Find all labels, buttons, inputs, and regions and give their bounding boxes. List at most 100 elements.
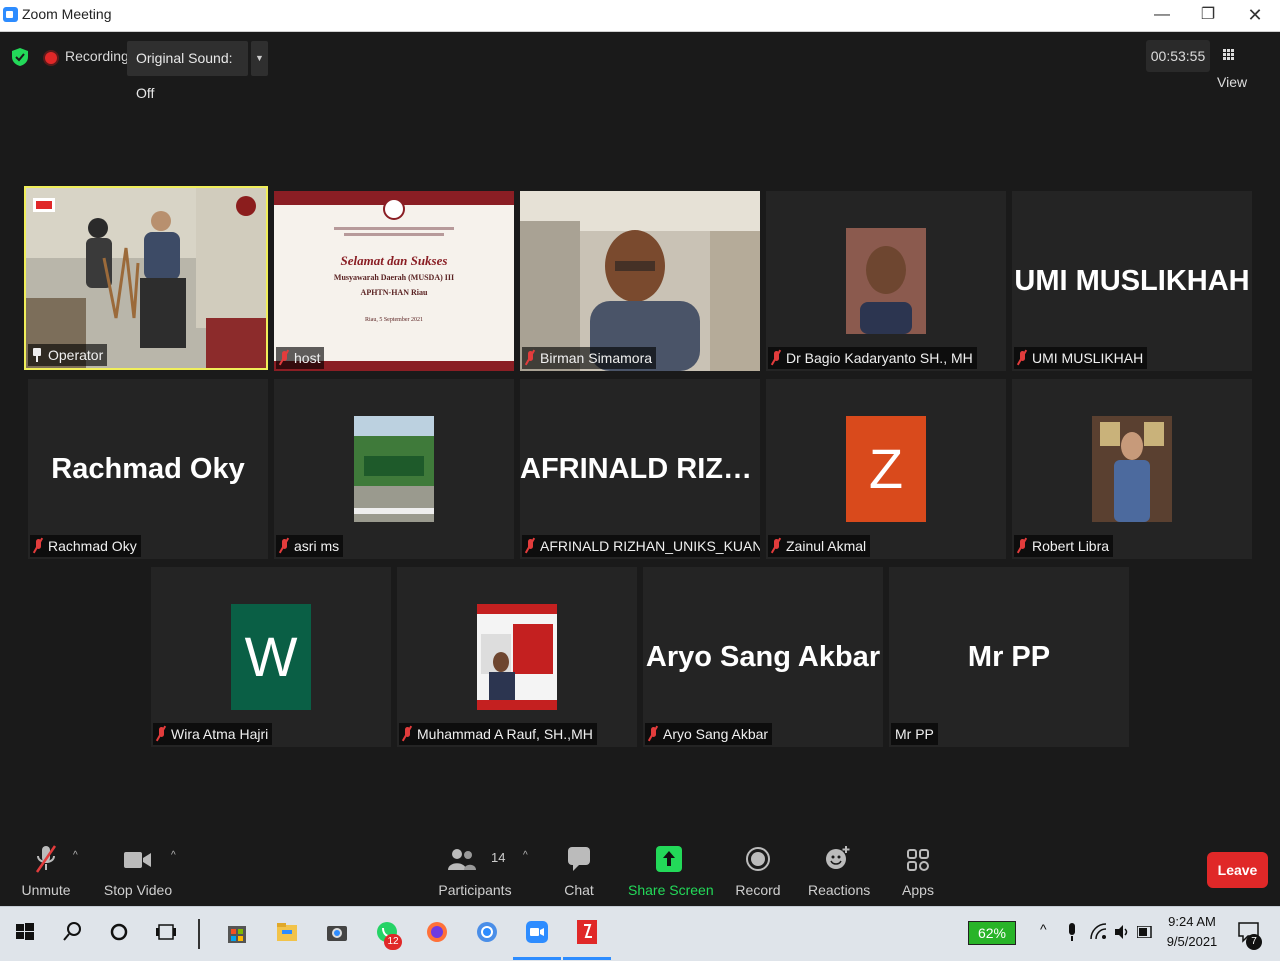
leave-button[interactable]: Leave (1207, 852, 1268, 888)
audio-options-caret[interactable]: ^ (73, 850, 78, 861)
participant-tile-birman-simamora[interactable]: Birman Simamora (520, 191, 760, 371)
muted-mic-icon (772, 539, 780, 553)
smiley-reaction-icon (826, 846, 850, 869)
participant-tile-umi-muslikhah[interactable]: UMI MUSLIKHAH UMI MUSLIKHAH (1012, 191, 1252, 371)
chat-bubble-icon (568, 847, 590, 871)
share-screen-button[interactable]: Share Screen (628, 836, 714, 906)
participants-count: 14 (491, 850, 506, 865)
participant-tile-robert-libra[interactable]: Robert Libra (1012, 379, 1252, 559)
video-options-caret[interactable]: ^ (171, 850, 176, 861)
close-button[interactable]: ✕ (1232, 2, 1278, 28)
participants-button[interactable]: 14 Participants (438, 836, 512, 906)
participant-tile-afrinald-rizhan[interactable]: AFRINALD RIZH... AFRINALD RIZHAN_UNIKS_K… (520, 379, 760, 559)
zoom-taskbar-icon[interactable] (522, 917, 552, 947)
participant-tile-rachmad-oky[interactable]: Rachmad Oky Rachmad Oky (28, 379, 268, 559)
muted-mic-icon (157, 727, 165, 741)
participant-display-name: Mr PP (967, 641, 1051, 673)
muted-mic-icon (1018, 539, 1026, 553)
participant-name-tag: Robert Libra (1014, 535, 1114, 557)
muted-mic-icon (526, 539, 534, 553)
participant-name-tag: asri ms (276, 535, 344, 557)
video-camera-icon (124, 852, 151, 868)
chat-button[interactable]: Chat (557, 836, 601, 906)
taskbar-clock[interactable]: 9:24 AM 9/5/2021 (1160, 912, 1224, 952)
zoom-app-icon (3, 7, 18, 22)
windows-start-icon[interactable] (10, 917, 40, 947)
participant-tile-aryo-sang-akbar[interactable]: Aryo Sang Akbar Aryo Sang Akbar (643, 567, 883, 747)
search-icon[interactable] (57, 917, 87, 947)
participant-tile-operator[interactable]: Operator (24, 186, 268, 370)
minimize-button[interactable]: — (1139, 2, 1185, 28)
muted-mic-icon (403, 727, 411, 741)
muted-mic-icon (280, 351, 288, 365)
participants-icon (448, 849, 476, 870)
original-sound-button[interactable]: Original Sound: Off (127, 41, 248, 101)
slide-line-2: APHTN-HAN Riau (360, 288, 428, 297)
participant-name-tag: Aryo Sang Akbar (645, 723, 773, 745)
participant-name-tag: Muhammad A Rauf, SH.,MH (399, 723, 597, 745)
view-button[interactable]: View (1217, 40, 1269, 90)
window-title-bar: Zoom Meeting — ❐ ✕ (0, 0, 1280, 32)
participant-display-name: UMI MUSLIKHAH (1014, 265, 1250, 297)
taskbar-divider (198, 919, 200, 949)
task-view-icon[interactable] (151, 917, 181, 947)
robert-libra-profile-photo (1092, 416, 1172, 522)
clock-date: 9/5/2021 (1166, 934, 1218, 949)
operator-video-feed (26, 188, 266, 368)
participant-name-tag: UMI MUSLIKHAH (1014, 347, 1148, 369)
clock-time: 9:24 AM (1168, 914, 1216, 929)
participant-name-tag: Rachmad Oky (30, 535, 141, 557)
stop-video-button[interactable]: Stop Video (103, 836, 173, 906)
participant-name-tag: Mr PP (891, 723, 938, 745)
file-explorer-icon[interactable] (272, 917, 302, 947)
meeting-toolbar: Unmute ^ Stop Video ^ 14 Participants ^ … (0, 836, 1280, 906)
battery-indicator[interactable]: 62% (968, 921, 1016, 945)
slide-title: Selamat dan Sukses (340, 253, 448, 268)
unmute-button[interactable]: Unmute (16, 836, 76, 906)
firefox-icon[interactable] (422, 917, 452, 947)
wifi-icon[interactable] (1090, 923, 1108, 941)
battery-tray-icon[interactable] (1137, 926, 1153, 938)
participant-tile-host[interactable]: Selamat dan Sukses Musyawarah Daerah (MU… (274, 191, 514, 371)
microphone-tray-icon[interactable] (1066, 923, 1078, 943)
chrome-icon[interactable] (472, 917, 502, 947)
participant-tile-muhammad-a-rauf[interactable]: Muhammad A Rauf, SH.,MH (397, 567, 637, 747)
cortana-icon[interactable] (104, 917, 134, 947)
muted-mic-icon (526, 351, 534, 365)
reactions-button[interactable]: Reactions (808, 836, 870, 906)
volume-icon[interactable] (1113, 923, 1131, 941)
maximize-button[interactable]: ❐ (1185, 2, 1231, 28)
camera-app-icon[interactable] (322, 917, 352, 947)
windows-taskbar: 12 62% ^ 9:24 AM 9/5/2021 7 (0, 906, 1280, 961)
participant-display-name: AFRINALD RIZH... (520, 453, 760, 485)
whatsapp-badge: 12 (384, 934, 402, 950)
muted-mic-icon (34, 539, 42, 553)
muted-mic-icon (280, 539, 288, 553)
dr-bagio-profile-photo (846, 228, 926, 334)
security-shield-icon[interactable] (12, 48, 28, 66)
participant-name-tag: AFRINALD RIZHAN_UNIKS_KUANSING (522, 535, 760, 557)
participants-options-caret[interactable]: ^ (523, 850, 528, 861)
participant-tile-zainul-akmal[interactable]: Z Zainul Akmal (766, 379, 1006, 559)
participant-name-tag: Birman Simamora (522, 347, 657, 369)
view-label: View (1217, 74, 1248, 90)
participant-tile-wira-atma-hajri[interactable]: W Wira Atma Hajri (151, 567, 391, 747)
apps-button[interactable]: Apps (897, 836, 939, 906)
muted-mic-icon (772, 351, 780, 365)
participant-tile-asri-ms[interactable]: asri ms (274, 379, 514, 559)
muted-microphone-icon (35, 845, 57, 873)
recording-indicator-icon (45, 52, 57, 64)
tray-overflow-chevron-icon[interactable]: ^ (1040, 921, 1047, 937)
muted-mic-icon (1018, 351, 1026, 365)
muhammad-rauf-profile-photo (477, 604, 557, 710)
participant-tile-mr-pp[interactable]: Mr PP Mr PP (889, 567, 1129, 747)
record-button[interactable]: Record (735, 836, 781, 906)
participant-name-tag: host (276, 347, 325, 369)
original-sound-dropdown[interactable]: ▼ (251, 41, 268, 76)
store-icon[interactable] (222, 917, 252, 947)
notification-count-badge: 7 (1246, 934, 1262, 950)
pdf-reader-icon[interactable] (572, 917, 602, 947)
participant-tile-dr-bagio[interactable]: Dr Bagio Kadaryanto SH., MH (766, 191, 1006, 371)
participant-name-tag: Dr Bagio Kadaryanto SH., MH (768, 347, 977, 369)
muted-mic-icon (649, 727, 657, 741)
